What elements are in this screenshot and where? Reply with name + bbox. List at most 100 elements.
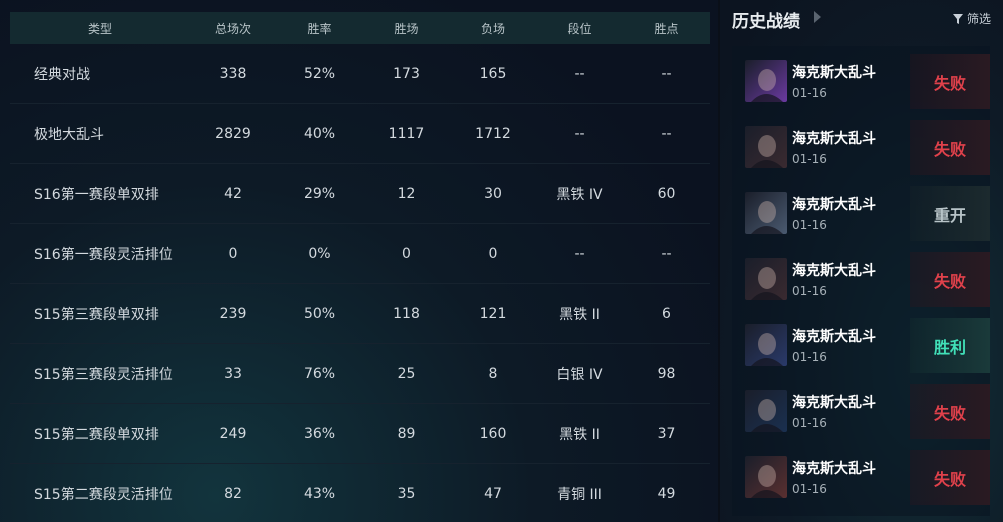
cell-winrate: 40% — [303, 125, 336, 142]
cell-type: S16第一赛段灵活排位 — [34, 246, 173, 263]
cell-winrate: 52% — [303, 65, 336, 82]
stats-panel: 类型 总场次 胜率 胜场 负场 段位 胜点 经典对战 338 52% 173 165 --… — [0, 0, 718, 522]
cell-winrate: 43% — [303, 485, 336, 502]
header-type: 类型 — [87, 21, 112, 36]
cell-losses: 30 — [484, 185, 502, 202]
cell-losses: 47 — [484, 485, 502, 502]
cell-wins: 0 — [402, 245, 411, 262]
cell-winrate: 29% — [303, 185, 336, 202]
cell-type: S15第二赛段单双排 — [34, 426, 159, 443]
match-date: 01-16 — [792, 218, 827, 232]
table-row[interactable]: 极地大乱斗 2829 40% 1117 1712 -- -- — [10, 104, 710, 164]
cell-lp: 98 — [657, 365, 676, 382]
cell-losses: 121 — [479, 305, 507, 322]
cell-lp: 60 — [657, 185, 676, 202]
cell-wins: 173 — [393, 65, 420, 82]
champion-portrait-icon — [745, 324, 787, 366]
cell-rank: 青铜 III — [557, 486, 602, 503]
cell-wins: 118 — [393, 305, 420, 322]
cell-rank: 白银 IV — [556, 366, 603, 383]
cell-total: 0 — [228, 245, 238, 262]
table-row[interactable]: S16第一赛段灵活排位 0 0% 0 0 -- -- — [10, 224, 710, 284]
match-date: 01-16 — [792, 416, 827, 430]
cell-winrate: 0% — [308, 245, 331, 262]
match-date: 01-16 — [792, 482, 827, 496]
cell-wins: 89 — [397, 425, 416, 442]
table-row[interactable]: S15第三赛段灵活排位 33 76% 25 8 白银 IV 98 — [10, 344, 710, 404]
cell-lp: 49 — [657, 485, 676, 502]
stats-table-body: 经典对战 338 52% 173 165 -- -- 极地大乱斗 2829 40% 1117 1712… — [10, 44, 710, 522]
match-result-badge: 失败 — [910, 384, 990, 439]
chevron-right-icon[interactable] — [814, 11, 821, 23]
champion-portrait-icon — [745, 456, 787, 498]
match-mode: 海克斯大乱斗 — [792, 65, 876, 81]
header-rank: 段位 — [567, 21, 592, 36]
header-losses: 负场 — [480, 21, 505, 36]
match-list: 海克斯大乱斗 01-16 失败 海克斯大乱斗 01-16 失败 海克斯大乱斗 01-16 重开海… — [732, 46, 990, 516]
cell-total: 2829 — [215, 125, 251, 142]
cell-rank: 黑铁 II — [559, 306, 600, 323]
match-item[interactable]: 海克斯大乱斗 01-16 失败 — [732, 448, 990, 506]
match-result-badge: 失败 — [910, 120, 990, 175]
match-date: 01-16 — [792, 350, 827, 364]
cell-type: S15第三赛段单双排 — [34, 306, 159, 323]
match-history-title: 历史战绩 — [732, 12, 800, 32]
header-lp: 胜点 — [654, 21, 679, 36]
match-mode: 海克斯大乱斗 — [792, 329, 876, 345]
cell-rank: -- — [574, 245, 585, 262]
cell-total: 239 — [219, 305, 247, 322]
match-result-badge: 失败 — [910, 252, 990, 307]
cell-type: S16第一赛段单双排 — [34, 186, 159, 203]
header-winrate: 胜率 — [307, 21, 332, 36]
match-item[interactable]: 海克斯大乱斗 01-16 重开 — [732, 184, 990, 242]
cell-losses: 8 — [488, 365, 498, 382]
table-row[interactable]: S15第三赛段单双排 239 50% 118 121 黑铁 II 6 — [10, 284, 710, 344]
cell-type: S15第二赛段灵活排位 — [34, 486, 173, 503]
match-item[interactable]: 海克斯大乱斗 01-16 失败 — [732, 382, 990, 440]
match-result-badge: 胜利 — [910, 318, 990, 373]
match-history-panel: 历史战绩 筛选 海克斯大乱斗 01-16 失败 海克斯大乱斗 01-16 失败 海克斯大乱斗… — [720, 0, 1003, 522]
table-row[interactable]: S15第二赛段单双排 249 36% 89 160 黑铁 II 37 — [10, 404, 710, 464]
cell-wins: 12 — [397, 185, 416, 202]
cell-lp: -- — [661, 245, 672, 262]
cell-winrate: 50% — [303, 305, 336, 322]
cell-total: 82 — [224, 485, 242, 502]
cell-rank: -- — [574, 65, 585, 82]
cell-lp: 37 — [657, 425, 676, 442]
match-mode: 海克斯大乱斗 — [792, 131, 876, 147]
stats-table-header: 类型 总场次 胜率 胜场 负场 段位 胜点 — [10, 12, 710, 44]
match-mode: 海克斯大乱斗 — [792, 263, 876, 279]
table-row[interactable]: 经典对战 338 52% 173 165 -- -- — [10, 44, 710, 104]
cell-type: 经典对战 — [34, 66, 90, 83]
cell-losses: 0 — [488, 245, 498, 262]
cell-losses: 1712 — [475, 125, 511, 142]
filter-button[interactable]: 筛选 — [952, 10, 991, 27]
match-item[interactable]: 海克斯大乱斗 01-16 失败 — [732, 52, 990, 110]
cell-lp: -- — [661, 65, 672, 82]
match-mode: 海克斯大乱斗 — [792, 395, 876, 411]
header-total: 总场次 — [214, 21, 251, 36]
match-mode: 海克斯大乱斗 — [792, 461, 876, 477]
match-mode: 海克斯大乱斗 — [792, 197, 876, 213]
champion-portrait-icon — [745, 390, 787, 432]
cell-lp: -- — [661, 125, 672, 142]
match-result-badge: 重开 — [910, 186, 990, 241]
cell-total: 338 — [219, 65, 247, 82]
table-row[interactable]: S16第一赛段单双排 42 29% 12 30 黑铁 IV 60 — [10, 164, 710, 224]
champion-portrait-icon — [745, 60, 787, 102]
cell-losses: 165 — [479, 65, 507, 82]
filter-icon — [952, 13, 963, 24]
match-item[interactable]: 海克斯大乱斗 01-16 失败 — [732, 118, 990, 176]
cell-total: 249 — [219, 425, 247, 442]
table-row[interactable]: S15第二赛段灵活排位 82 43% 35 47 青铜 III 49 — [10, 464, 710, 522]
cell-total: 42 — [224, 185, 242, 202]
cell-rank: -- — [574, 125, 585, 142]
match-item[interactable]: 海克斯大乱斗 01-16 胜利 — [732, 316, 990, 374]
cell-lp: 6 — [662, 305, 671, 322]
cell-total: 33 — [224, 365, 242, 382]
champion-portrait-icon — [745, 192, 787, 234]
cell-rank: 黑铁 II — [559, 426, 600, 443]
match-date: 01-16 — [792, 86, 827, 100]
cell-winrate: 76% — [303, 365, 336, 382]
match-item[interactable]: 海克斯大乱斗 01-16 失败 — [732, 250, 990, 308]
